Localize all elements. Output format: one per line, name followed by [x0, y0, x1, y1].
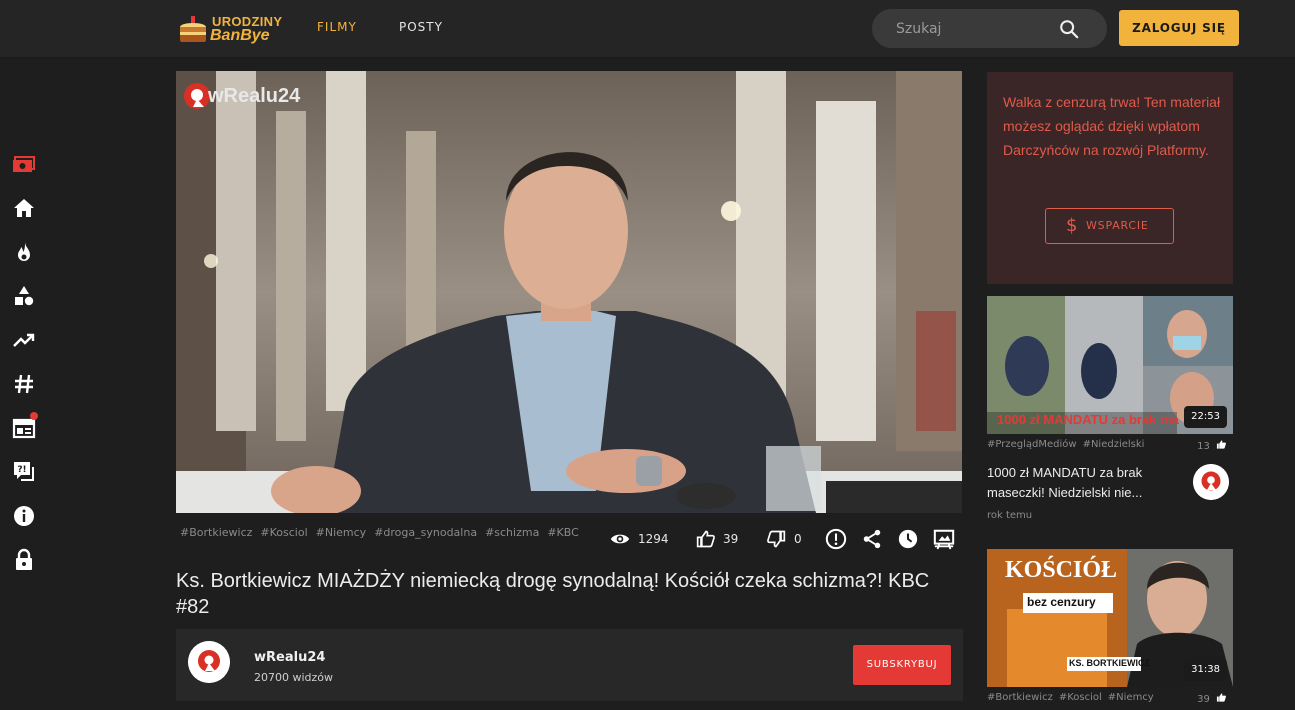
trending-icon[interactable]	[12, 328, 36, 352]
likes-count: 39	[1197, 694, 1210, 705]
card-likes: 13	[1197, 439, 1227, 452]
video-frame	[176, 71, 962, 513]
categories-icon[interactable]	[12, 284, 36, 308]
support-button[interactable]: $ WSPARCIE	[1045, 208, 1174, 244]
dollar-icon: $	[1066, 215, 1079, 236]
tag-link[interactable]: #Bortkiewicz	[180, 526, 252, 539]
channel-avatar[interactable]	[1193, 464, 1229, 500]
card-tags: #Bortkiewicz #Kosciol #Niemcy	[987, 692, 1160, 703]
recommended-video[interactable]: 1000 zł MANDATU za brak ma 22:53 #Przegl…	[987, 296, 1233, 526]
login-button[interactable]: ZALOGUJ SIĘ	[1119, 10, 1239, 46]
news-icon[interactable]	[12, 412, 38, 440]
tag-link[interactable]: #Niedzielski	[1083, 439, 1145, 450]
channel-watermark: wRealu24	[208, 85, 301, 107]
channel-bar: wRealu24 20700 widzów SUBSKRYBUJ	[176, 629, 963, 701]
nav-posts[interactable]: POSTY	[399, 20, 443, 34]
tag-link[interactable]: #Bortkiewicz	[987, 692, 1053, 703]
video-thumbnail[interactable]: 1000 zł MANDATU za brak ma 22:53	[987, 296, 1233, 434]
logo-line2: BanBye	[210, 27, 270, 44]
lock-icon[interactable]	[12, 548, 36, 572]
card-likes: 39	[1197, 692, 1227, 705]
info-icon[interactable]	[12, 504, 36, 528]
report-icon	[825, 528, 847, 550]
tag-link[interactable]: #Kosciol	[1059, 692, 1102, 703]
card-tags: #PrzeglądMediów #Niedzielski	[987, 439, 1150, 450]
hashtag-icon[interactable]	[12, 372, 36, 396]
channel-name[interactable]: wRealu24	[254, 650, 325, 665]
notification-dot	[30, 412, 38, 420]
card-time: rok temu	[987, 510, 1033, 521]
likes-count: 39	[723, 532, 739, 546]
search-icon[interactable]	[1058, 18, 1080, 40]
cake-icon	[180, 16, 206, 42]
recommended-video[interactable]: KOŚCIÓŁ bez cenzury KS. BORTKIEWICZ 31:3…	[987, 549, 1233, 710]
forum-icon[interactable]: ?!	[12, 460, 36, 484]
tag-link[interactable]: #Kosciol	[260, 526, 307, 539]
thumbnail-overlay-text: 1000 zł MANDATU za brak ma	[997, 412, 1179, 427]
clock-icon	[898, 529, 918, 549]
tag-link[interactable]: #Niemcy	[1108, 692, 1154, 703]
thumbnail-overlay-title: KOŚCIÓŁ	[1005, 557, 1118, 583]
video-duration: 31:38	[1184, 659, 1227, 681]
tag-link[interactable]: #droga_synodalna	[374, 526, 477, 539]
share-icon	[863, 529, 881, 549]
donate-panel: Walka z cenzurą trwa! Ten materiał możes…	[987, 72, 1233, 284]
video-title: Ks. Bortkiewicz MIAŻDŻY niemiecką drogę …	[176, 570, 930, 618]
video-tags: #Bortkiewicz #Kosciol #Niemcy #droga_synoda…	[180, 526, 587, 539]
channel-views: 20700 widzów	[254, 671, 334, 684]
presentation-icon	[933, 529, 955, 550]
search-box	[872, 9, 1107, 48]
eye-icon	[610, 534, 630, 544]
tag-link[interactable]: #KBC	[547, 526, 578, 539]
subscribe-button[interactable]: SUBSKRYBUJ	[853, 645, 951, 685]
thumb-up-icon	[1216, 440, 1226, 449]
video-duration: 22:53	[1184, 406, 1227, 428]
sidebar: ?!	[0, 136, 48, 588]
banbye-logo[interactable]: URODZINY BanBye	[178, 6, 282, 48]
thumb-up-icon	[1216, 693, 1226, 702]
tag-link[interactable]: #Niemcy	[316, 526, 367, 539]
nav-films[interactable]: FILMY	[317, 20, 357, 34]
thumb-down-icon	[767, 530, 786, 548]
dislikes-count: 0	[794, 532, 802, 546]
search-input[interactable]	[896, 18, 1056, 40]
likes-count: 13	[1197, 441, 1210, 452]
thumbnail-overlay-sub: bez cenzury	[1027, 595, 1096, 609]
svg-text:?!: ?!	[17, 465, 26, 475]
video-thumbnail[interactable]: KOŚCIÓŁ bez cenzury KS. BORTKIEWICZ 31:3…	[987, 549, 1233, 687]
channel-avatar[interactable]	[188, 641, 230, 683]
thumbnail-overlay-name: KS. BORTKIEWICZ	[1069, 658, 1150, 668]
fire-icon[interactable]	[12, 240, 36, 264]
views-count: 1294	[638, 532, 669, 546]
tag-link[interactable]: #schizma	[485, 526, 539, 539]
tag-link[interactable]: #PrzeglądMediów	[987, 439, 1077, 450]
donate-text: Walka z cenzurą trwa! Ten materiał możes…	[1003, 94, 1221, 158]
video-player[interactable]: wRealu24	[176, 71, 962, 513]
thumb-up-icon	[696, 530, 715, 548]
support-label: WSPARCIE	[1086, 219, 1149, 232]
card-title[interactable]: 1000 zł MANDATU za brak maseczki! Niedzi…	[987, 463, 1173, 503]
money-icon[interactable]	[12, 152, 36, 176]
top-bar: URODZINY BanBye FILMY POSTY ZALOGUJ SIĘ	[0, 0, 1295, 58]
home-icon[interactable]	[12, 196, 36, 220]
